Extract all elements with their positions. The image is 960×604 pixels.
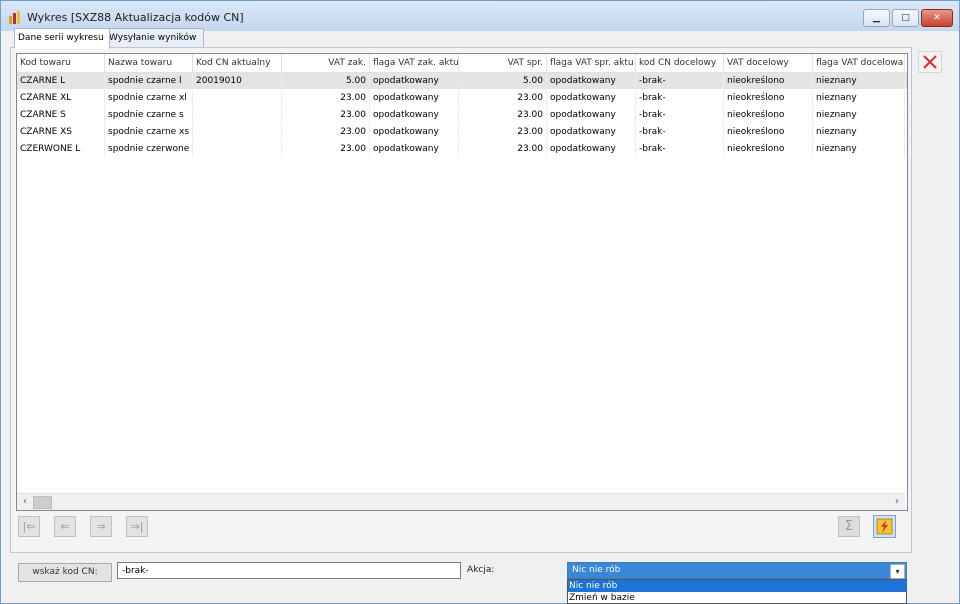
column-header[interactable]: Kod towaru [17, 54, 105, 72]
cell-flaga-vat-zak: opodatkowany [370, 141, 459, 157]
minimize-button[interactable]: ▁ [863, 9, 890, 27]
table-row[interactable]: CZARNE S spodnie czarne s 23.00 opodatko… [17, 107, 907, 123]
cell-flaga-vat-zak: opodatkowany [370, 107, 459, 123]
cell-flaga-vat-zak: opodatkowany [370, 124, 459, 140]
cell-kod-towaru: CZARNE S [17, 107, 105, 123]
cell-flaga-vat-zak: opodatkowany [370, 90, 459, 106]
next-record-button[interactable]: ⇒ [90, 516, 112, 537]
cell-vat-zak: 23.00 [282, 107, 370, 123]
cell-vat-zak: 23.00 [282, 141, 370, 157]
last-record-button[interactable]: ⇒| [126, 516, 148, 537]
cell-kod-cn-docelowy: -brak- [636, 73, 724, 89]
cell-vat-spr: 5.00 [459, 73, 547, 89]
cell-kod-cn-docelowy: -brak- [636, 141, 724, 157]
cell-flaga-vat-spr: opodatkowany [547, 124, 636, 140]
cn-code-field[interactable]: -brak- [117, 562, 461, 579]
red-x-icon [923, 55, 937, 69]
cancel-button[interactable] [918, 51, 942, 73]
cell-vat-spr: 23.00 [459, 141, 547, 157]
chart-icon [9, 11, 20, 24]
cell-vat-docelowy: nieokreślono [724, 107, 813, 123]
column-header[interactable]: Kod CN aktualny [193, 54, 282, 72]
column-header[interactable]: flaga VAT docelowa [813, 54, 905, 72]
cell-nazwa-towaru: spodnie czarne s [105, 107, 193, 123]
table-row[interactable]: CZARNE XL spodnie czarne xl 23.00 opodat… [17, 90, 907, 106]
cell-kod-cn-aktualny [193, 124, 282, 140]
column-header[interactable]: Nazwa towaru [105, 54, 193, 72]
cell-nazwa-towaru: spodnie czerwone l [105, 141, 193, 157]
cell-vat-zak: 23.00 [282, 90, 370, 106]
cell-kod-towaru: CZARNE L [17, 73, 105, 89]
cell-flaga-vat-spr: opodatkowany [547, 73, 636, 89]
sum-button[interactable]: Σ [838, 516, 860, 537]
first-record-button[interactable]: |⇐ [18, 516, 40, 537]
cell-flaga-vat-docelowa: nieznany [813, 124, 905, 140]
cell-vat-docelowy: nieokreślono [724, 73, 813, 89]
cell-flaga-vat-docelowa: nieznany [813, 73, 905, 89]
cell-vat-spr: 23.00 [459, 90, 547, 106]
cell-flaga-vat-zak: opodatkowany [370, 73, 459, 89]
column-header[interactable]: flaga VAT zak. aktu [370, 54, 459, 72]
cell-vat-docelowy: nieokreślono [724, 141, 813, 157]
cell-vat-docelowy: nieokreślono [724, 124, 813, 140]
select-cn-code-button[interactable]: wskaż kod CN: [18, 563, 112, 582]
table-row[interactable]: CZARNE XS spodnie czarne xs 23.00 opodat… [17, 124, 907, 140]
scroll-thumb[interactable] [33, 496, 52, 509]
column-header[interactable]: VAT spr. [459, 54, 547, 72]
tab-wysylanie-wynikow[interactable]: Wysyłanie wyników [105, 28, 204, 48]
cell-vat-docelowy: nieokreślono [724, 90, 813, 106]
column-header[interactable]: kod CN docelowy [636, 54, 724, 72]
scroll-right-icon[interactable]: › [889, 494, 905, 510]
grid-header: Kod towaru Nazwa towaru Kod CN aktualny … [17, 54, 907, 73]
dropdown-option[interactable]: Zmień w bazie [568, 592, 907, 604]
akcja-selected-value: Nic nie rób [572, 565, 621, 575]
table-row[interactable]: CZERWONE L spodnie czerwone l 23.00 opod… [17, 141, 907, 157]
cell-kod-cn-docelowy: -brak- [636, 90, 724, 106]
close-button[interactable]: ✕ [921, 9, 953, 27]
cell-vat-zak: 5.00 [282, 73, 370, 89]
cell-kod-cn-aktualny [193, 141, 282, 157]
cell-nazwa-towaru: spodnie czarne xs [105, 124, 193, 140]
dropdown-option[interactable]: Nic nie rób [568, 580, 907, 592]
cell-flaga-vat-spr: opodatkowany [547, 107, 636, 123]
scroll-left-icon[interactable]: ‹ [17, 494, 33, 510]
cell-kod-cn-aktualny: 20019010 [193, 73, 282, 89]
cell-flaga-vat-docelowa: nieznany [813, 107, 905, 123]
cell-kod-cn-aktualny [193, 107, 282, 123]
tab-dane-serii[interactable]: Dane serii wykresu [14, 28, 110, 49]
cell-vat-zak: 23.00 [282, 124, 370, 140]
cell-kod-towaru: CZERWONE L [17, 141, 105, 157]
previous-record-button[interactable]: ⇐ [54, 516, 76, 537]
cell-vat-spr: 23.00 [459, 107, 547, 123]
cell-flaga-vat-docelowa: nieznany [813, 141, 905, 157]
cell-vat-spr: 23.00 [459, 124, 547, 140]
cell-flaga-vat-spr: opodatkowany [547, 90, 636, 106]
maximize-button[interactable]: □ [892, 9, 919, 27]
horizontal-scrollbar[interactable]: ‹ › [17, 493, 905, 510]
cell-kod-cn-docelowy: -brak- [636, 107, 724, 123]
cell-kod-towaru: CZARNE XL [17, 90, 105, 106]
cell-flaga-vat-docelowa: nieznany [813, 90, 905, 106]
execute-button[interactable] [873, 515, 896, 538]
title-bar: Wykres [SXZ88 Aktualizacja kodów CN] ▁ □… [1, 1, 959, 31]
data-grid[interactable]: Kod towaru Nazwa towaru Kod CN aktualny … [16, 53, 908, 511]
cell-nazwa-towaru: spodnie czarne xl [105, 90, 193, 106]
chevron-down-icon[interactable]: ▾ [890, 564, 905, 579]
cell-kod-cn-docelowy: -brak- [636, 124, 724, 140]
akcja-label: Akcja: [467, 565, 495, 575]
column-header[interactable]: flaga VAT spr. aktu [547, 54, 636, 72]
akcja-select[interactable]: Nic nie rób ▾ [567, 562, 907, 579]
akcja-dropdown-list[interactable]: Nic nie rób Zmień w bazie [567, 579, 907, 604]
cell-nazwa-towaru: spodnie czarne l [105, 73, 193, 89]
cell-kod-towaru: CZARNE XS [17, 124, 105, 140]
lightning-icon [876, 518, 893, 535]
window-title: Wykres [SXZ88 Aktualizacja kodów CN] [27, 11, 244, 24]
column-header[interactable]: VAT docelowy [724, 54, 813, 72]
column-header[interactable]: VAT zak. [282, 54, 370, 72]
table-row[interactable]: CZARNE L spodnie czarne l 20019010 5.00 … [17, 73, 907, 89]
cell-flaga-vat-spr: opodatkowany [547, 141, 636, 157]
cell-kod-cn-aktualny [193, 90, 282, 106]
